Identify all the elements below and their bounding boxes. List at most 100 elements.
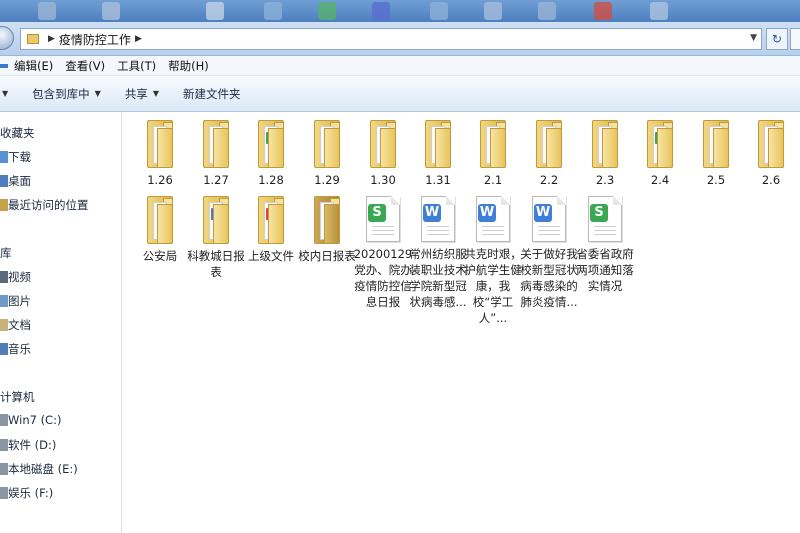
word-file-icon: W	[530, 196, 568, 242]
sidebar-item-documents[interactable]: 文档	[0, 317, 31, 333]
sidebar-item-drive-f[interactable]: 娱乐 (F:)	[0, 485, 53, 501]
chevron-down-icon[interactable]: ▼	[750, 33, 757, 43]
sidebar-item-drive-e[interactable]: 本地磁盘 (E:)	[0, 461, 78, 477]
file-item[interactable]: W 共克时艰，护航学生健康，我校“学工人”...	[463, 196, 523, 326]
sidebar-item-desktop[interactable]: 桌面	[0, 173, 31, 189]
sidebar-item-videos[interactable]: 视频	[0, 269, 31, 285]
menu-edit[interactable]: 编辑(E)	[8, 58, 59, 74]
item-label: 省委省政府两项通知落实情况	[576, 247, 634, 293]
sidebar-item-label: 本地磁盘 (E:)	[8, 462, 78, 476]
folder-item[interactable]: 2.6	[741, 120, 800, 188]
folder-item[interactable]: 1.30	[353, 120, 413, 188]
file-item[interactable]: W 关于做好我校新型冠状病毒感染的肺炎疫情...	[519, 196, 579, 310]
item-label: 上级文件	[248, 249, 294, 263]
chevron-right-icon[interactable]: ▶	[48, 34, 55, 44]
refresh-button[interactable]: ↻	[766, 28, 788, 50]
taskbar-icon[interactable]	[206, 2, 224, 20]
include-label: 包含到库中	[32, 86, 90, 101]
folder-item[interactable]: 2.5	[686, 120, 746, 188]
taskbar-icon[interactable]	[484, 2, 502, 20]
file-item[interactable]: S 省委省政府两项通知落实情况	[575, 196, 635, 294]
breadcrumb-current[interactable]: 疫情防控工作	[59, 31, 131, 48]
sidebar-item-label: 软件 (D:)	[8, 438, 57, 452]
menu-bar: 编辑(E) 查看(V) 工具(T) 帮助(H)	[0, 56, 800, 76]
organize-button[interactable]: ▼	[0, 89, 20, 98]
folder-item[interactable]: 2.1	[463, 120, 523, 188]
chevron-right-icon[interactable]: ▶	[135, 34, 142, 44]
sidebar-favorites[interactable]: 收藏夹	[0, 125, 35, 141]
address-bar[interactable]: ▶ 疫情防控工作 ▶ ▼	[20, 28, 762, 50]
taskbar-icon[interactable]	[264, 2, 282, 20]
document-icon	[0, 319, 8, 331]
search-box-edge[interactable]	[790, 28, 800, 50]
sidebar-libraries[interactable]: 库	[0, 245, 12, 261]
item-label: 20200129党办、院办疫情防控信息日报	[353, 247, 413, 309]
taskbar-icon[interactable]	[538, 2, 556, 20]
folder-item[interactable]: 2.2	[519, 120, 579, 188]
item-label: 1.28	[258, 173, 284, 187]
folder-item[interactable]: 1.26	[130, 120, 190, 188]
spreadsheet-file-icon: S	[364, 196, 402, 242]
menu-file[interactable]	[0, 63, 8, 68]
address-row: ▶ 疫情防控工作 ▶ ▼ ↻	[0, 22, 800, 56]
folder-icon	[199, 120, 233, 168]
item-label: 1.27	[203, 173, 229, 187]
picture-icon	[0, 295, 8, 307]
taskbar-icon[interactable]	[318, 2, 336, 20]
folder-item[interactable]: 校内日报表	[297, 196, 357, 264]
item-label: 关于做好我校新型冠状病毒感染的肺炎疫情...	[520, 247, 578, 309]
sidebar-computer[interactable]: 计算机	[0, 389, 35, 405]
folder-item[interactable]: 2.4	[630, 120, 690, 188]
folder-icon	[310, 196, 344, 244]
music-icon	[0, 343, 8, 355]
sidebar-item-label: 娱乐 (F:)	[8, 486, 54, 500]
sidebar-item-downloads[interactable]: 下载	[0, 149, 31, 165]
sidebar-item-music[interactable]: 音乐	[0, 341, 31, 357]
include-in-library-button[interactable]: 包含到库中 ▼	[20, 86, 113, 102]
taskbar-icon[interactable]	[102, 2, 120, 20]
folder-item[interactable]: 1.31	[408, 120, 468, 188]
menu-help[interactable]: 帮助(H)	[162, 58, 215, 74]
share-button[interactable]: 共享 ▼	[113, 86, 171, 102]
folder-icon	[310, 120, 344, 168]
folder-item[interactable]: 1.29	[297, 120, 357, 188]
taskbar-icon[interactable]	[38, 2, 56, 20]
item-label: 2.4	[650, 173, 670, 187]
folder-item[interactable]: 2.3	[575, 120, 635, 188]
folder-icon	[532, 120, 566, 168]
menu-tools[interactable]: 工具(T)	[111, 58, 162, 74]
folder-item[interactable]: 1.28	[241, 120, 301, 188]
item-label: 1.30	[370, 173, 396, 187]
folder-icon	[143, 120, 177, 168]
folder-item[interactable]: 上级文件	[241, 196, 301, 264]
file-item[interactable]: S 20200129党办、院办疫情防控信息日报	[353, 196, 413, 310]
folder-item[interactable]: 科教城日报表	[186, 196, 246, 280]
folder-item[interactable]: 公安局	[130, 196, 190, 264]
item-label: 1.31	[425, 173, 451, 187]
spreadsheet-file-icon: S	[586, 196, 624, 242]
desktop-icon	[0, 175, 8, 187]
menu-view[interactable]: 查看(V)	[59, 58, 111, 74]
sidebar-item-label: 桌面	[8, 174, 31, 188]
taskbar-icon[interactable]	[430, 2, 448, 20]
item-label: 科教城日报表	[187, 249, 245, 279]
taskbar-icon[interactable]	[372, 2, 390, 20]
item-label: 2.6	[761, 173, 781, 187]
file-list: 1.26 1.27 1.28 1.29 1.30 1.31 2.1 2.2 2.…	[123, 112, 800, 533]
taskbar-icon[interactable]	[594, 2, 612, 20]
sidebar-item-drive-d[interactable]: 软件 (D:)	[0, 437, 56, 453]
drive-icon	[0, 487, 8, 499]
sidebar-item-label: Win7 (C:)	[8, 413, 62, 427]
new-folder-button[interactable]: 新建文件夹	[171, 86, 253, 102]
navigation-pane: 收藏夹 下载 桌面 最近访问的位置 库 视频 图片 文档 音乐 计算机 Win7…	[0, 112, 122, 533]
back-button[interactable]	[0, 26, 14, 50]
download-icon	[0, 151, 8, 163]
sidebar-item-label: 音乐	[8, 342, 31, 356]
file-item[interactable]: W 常州纺织服装职业技术学院新型冠状病毒感...	[408, 196, 468, 310]
sidebar-item-recent[interactable]: 最近访问的位置	[0, 197, 89, 213]
folder-item[interactable]: 1.27	[186, 120, 246, 188]
video-icon	[0, 271, 8, 283]
taskbar-icon[interactable]	[650, 2, 668, 20]
sidebar-item-pictures[interactable]: 图片	[0, 293, 31, 309]
sidebar-item-drive-c[interactable]: Win7 (C:)	[0, 413, 61, 427]
